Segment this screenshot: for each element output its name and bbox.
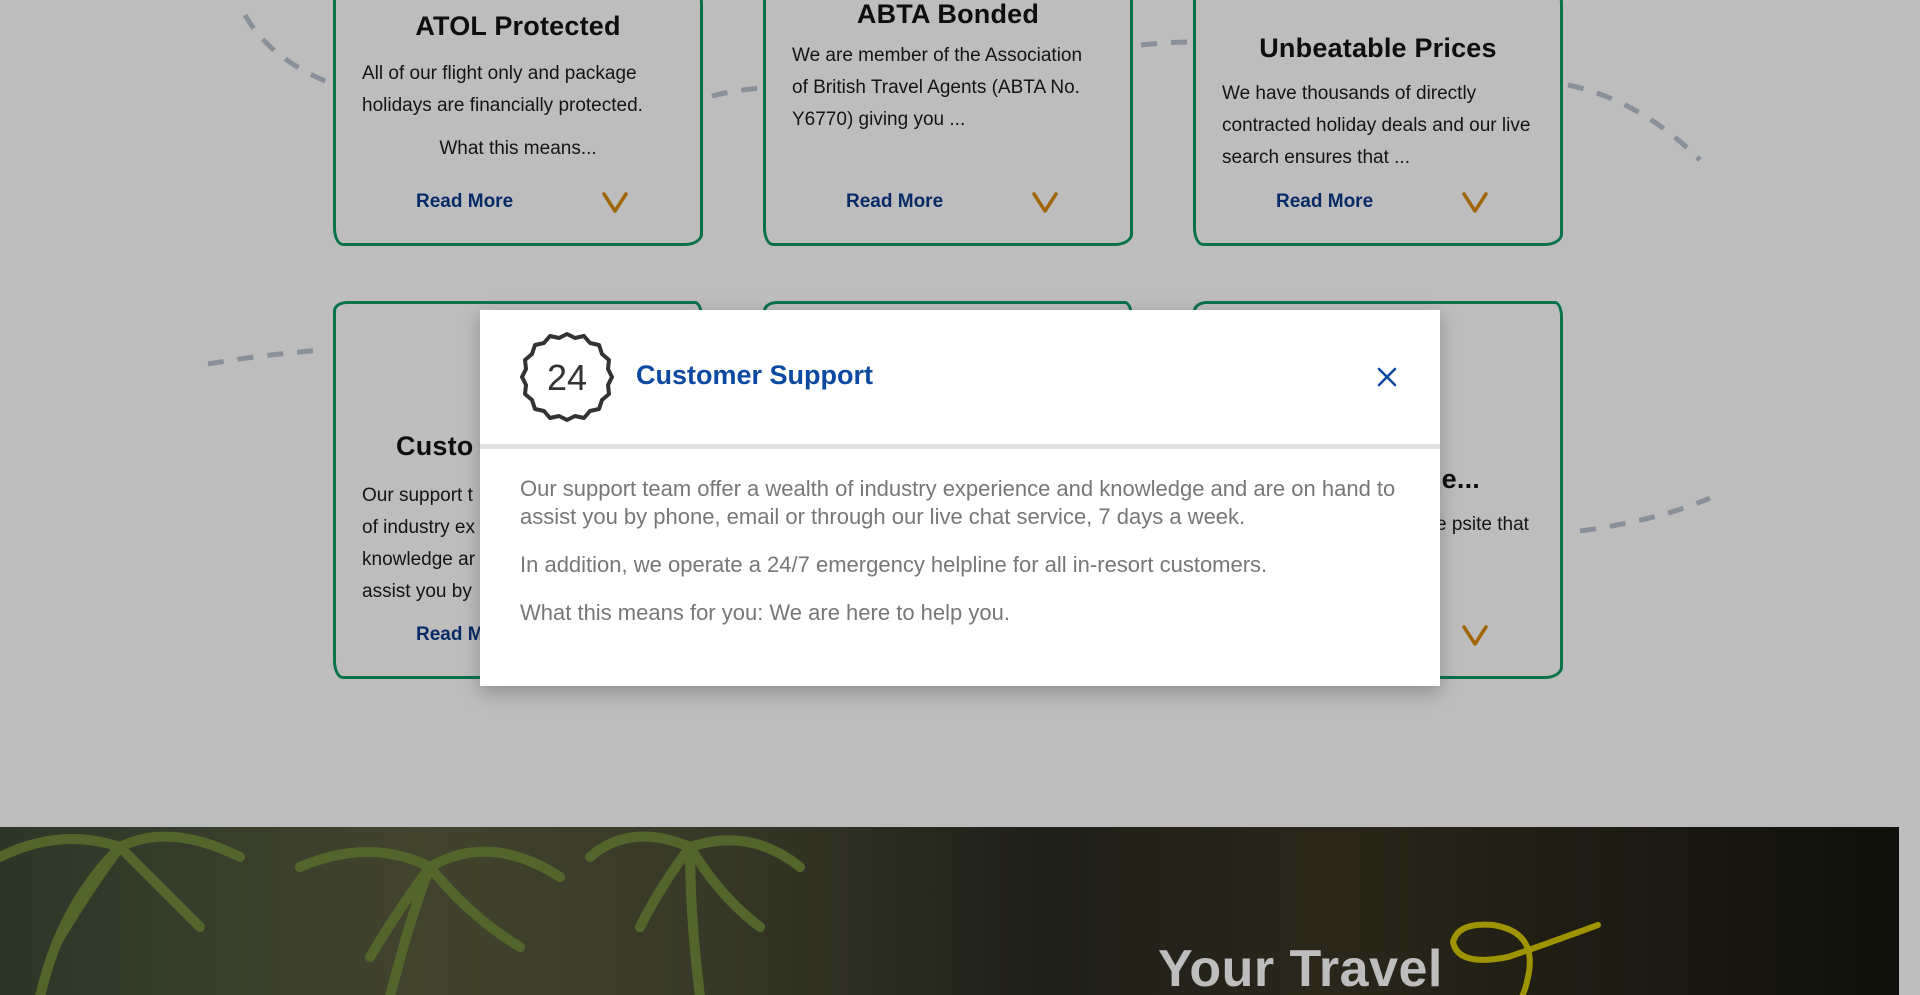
- modal-paragraph: Our support team offer a wealth of indus…: [520, 476, 1396, 529]
- customer-support-modal: 24 Customer Support Our support team off…: [480, 310, 1440, 686]
- badge-label: 24: [547, 357, 587, 398]
- modal-paragraph: What this means for you: We are here to …: [520, 600, 1010, 625]
- modal-divider: [480, 444, 1440, 449]
- modal-header: 24 Customer Support: [480, 310, 1440, 444]
- 24-hours-icon: 24: [520, 332, 614, 422]
- modal-paragraph: In addition, we operate a 24/7 emergency…: [520, 552, 1268, 577]
- page: ATOL Protected All of our flight only an…: [0, 0, 1920, 995]
- close-icon[interactable]: [1372, 362, 1402, 392]
- modal-title: Customer Support: [636, 360, 874, 390]
- modal-body: Our support team offer a wealth of indus…: [520, 475, 1410, 647]
